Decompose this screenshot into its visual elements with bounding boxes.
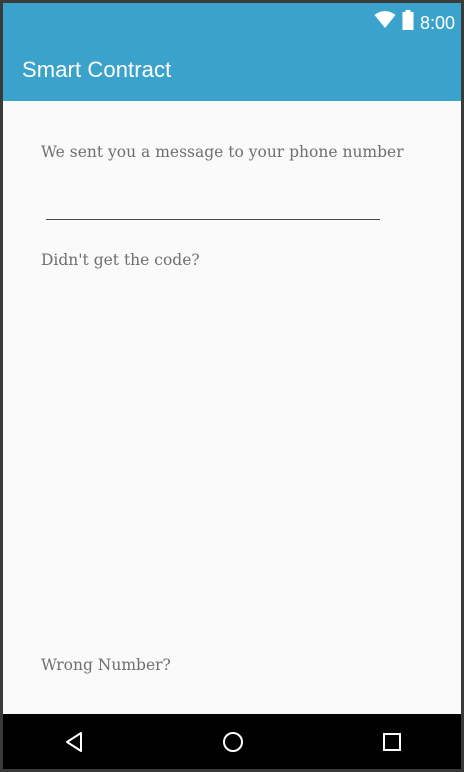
wrong-number-link[interactable]: Wrong Number?	[41, 656, 171, 674]
resend-code-link[interactable]: Didn't get the code?	[41, 251, 200, 269]
navigation-bar	[3, 714, 461, 769]
app-title: Smart Contract	[22, 57, 172, 82]
verification-code-input[interactable]	[46, 193, 380, 220]
screen: 8:00 Smart Contract We sent you a messag…	[3, 3, 461, 769]
app-bar: Smart Contract	[3, 40, 461, 101]
back-icon[interactable]	[62, 730, 86, 754]
battery-icon	[402, 10, 414, 35]
device-frame: 8:00 Smart Contract We sent you a messag…	[0, 0, 464, 772]
status-bar: 8:00	[3, 3, 461, 40]
sent-message-text: We sent you a message to your phone numb…	[41, 143, 404, 161]
home-icon[interactable]	[221, 730, 245, 754]
verification-content: We sent you a message to your phone numb…	[3, 101, 461, 714]
recents-icon[interactable]	[380, 730, 404, 754]
wifi-icon	[374, 11, 396, 34]
status-icons: 8:00	[374, 10, 455, 35]
status-time: 8:00	[419, 12, 455, 33]
